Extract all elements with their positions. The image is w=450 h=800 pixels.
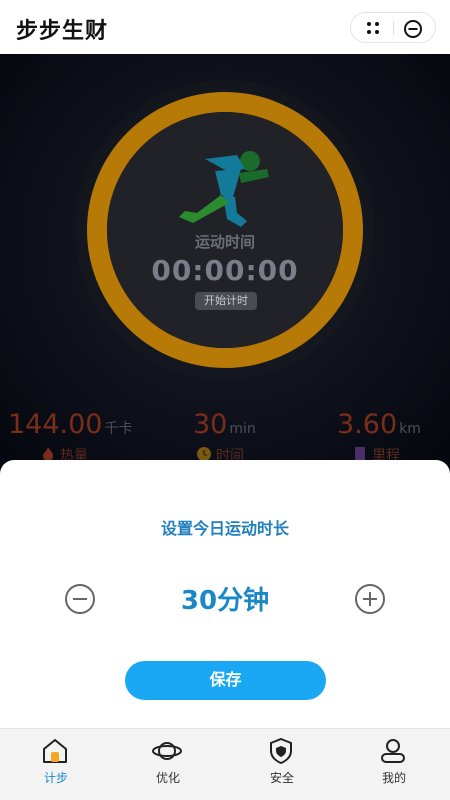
distance-value: 3.60 (337, 409, 398, 440)
app-header: 步步生财 (0, 0, 450, 54)
tab-optimize[interactable]: 优化 (112, 729, 224, 800)
user-icon (381, 739, 405, 763)
more-icon[interactable] (363, 20, 383, 36)
tab-bar: 计步 优化 安全 我的 (0, 728, 450, 800)
stat-distance: 3.60 km (337, 409, 421, 440)
tab-mine[interactable]: 我的 (338, 729, 450, 800)
tab-steps[interactable]: 计步 (0, 729, 112, 800)
tab-security[interactable]: 安全 (226, 729, 338, 800)
workout-time-label: 运动时间 (194, 233, 255, 251)
calories-unit: 千卡 (104, 421, 133, 437)
distance-unit: km (399, 421, 421, 437)
tab-steps-label: 计步 (43, 771, 68, 785)
sheet-title: 设置今日运动时长 (160, 519, 289, 538)
save-button[interactable]: 保存 (125, 661, 326, 700)
start-timer-button[interactable]: 开始计时 (195, 292, 257, 310)
increase-button[interactable] (354, 583, 386, 615)
tab-optimize-label: 优化 (155, 771, 180, 785)
minimize-icon[interactable] (403, 19, 423, 39)
stat-calories: 144.00 千卡 (8, 409, 132, 440)
duration-sheet: 设置今日运动时长 30分钟 保存 (0, 460, 450, 728)
home-icon (43, 739, 67, 763)
tab-security-label: 安全 (269, 771, 294, 785)
time-unit: min (229, 421, 256, 437)
app-title: 步步生财 (16, 19, 109, 44)
timer-display: 00:00:00 (151, 254, 299, 287)
planet-icon (152, 742, 182, 760)
shield-icon (270, 737, 292, 765)
miniapp-capsule (350, 12, 436, 43)
time-value: 30 (193, 409, 228, 440)
tab-mine-label: 我的 (381, 771, 406, 785)
workout-ring: 运动时间 00:00:00 开始计时 (0, 54, 450, 454)
capsule-divider (393, 21, 394, 35)
calories-value: 144.00 (8, 409, 103, 440)
stat-time: 30 min (193, 409, 256, 440)
